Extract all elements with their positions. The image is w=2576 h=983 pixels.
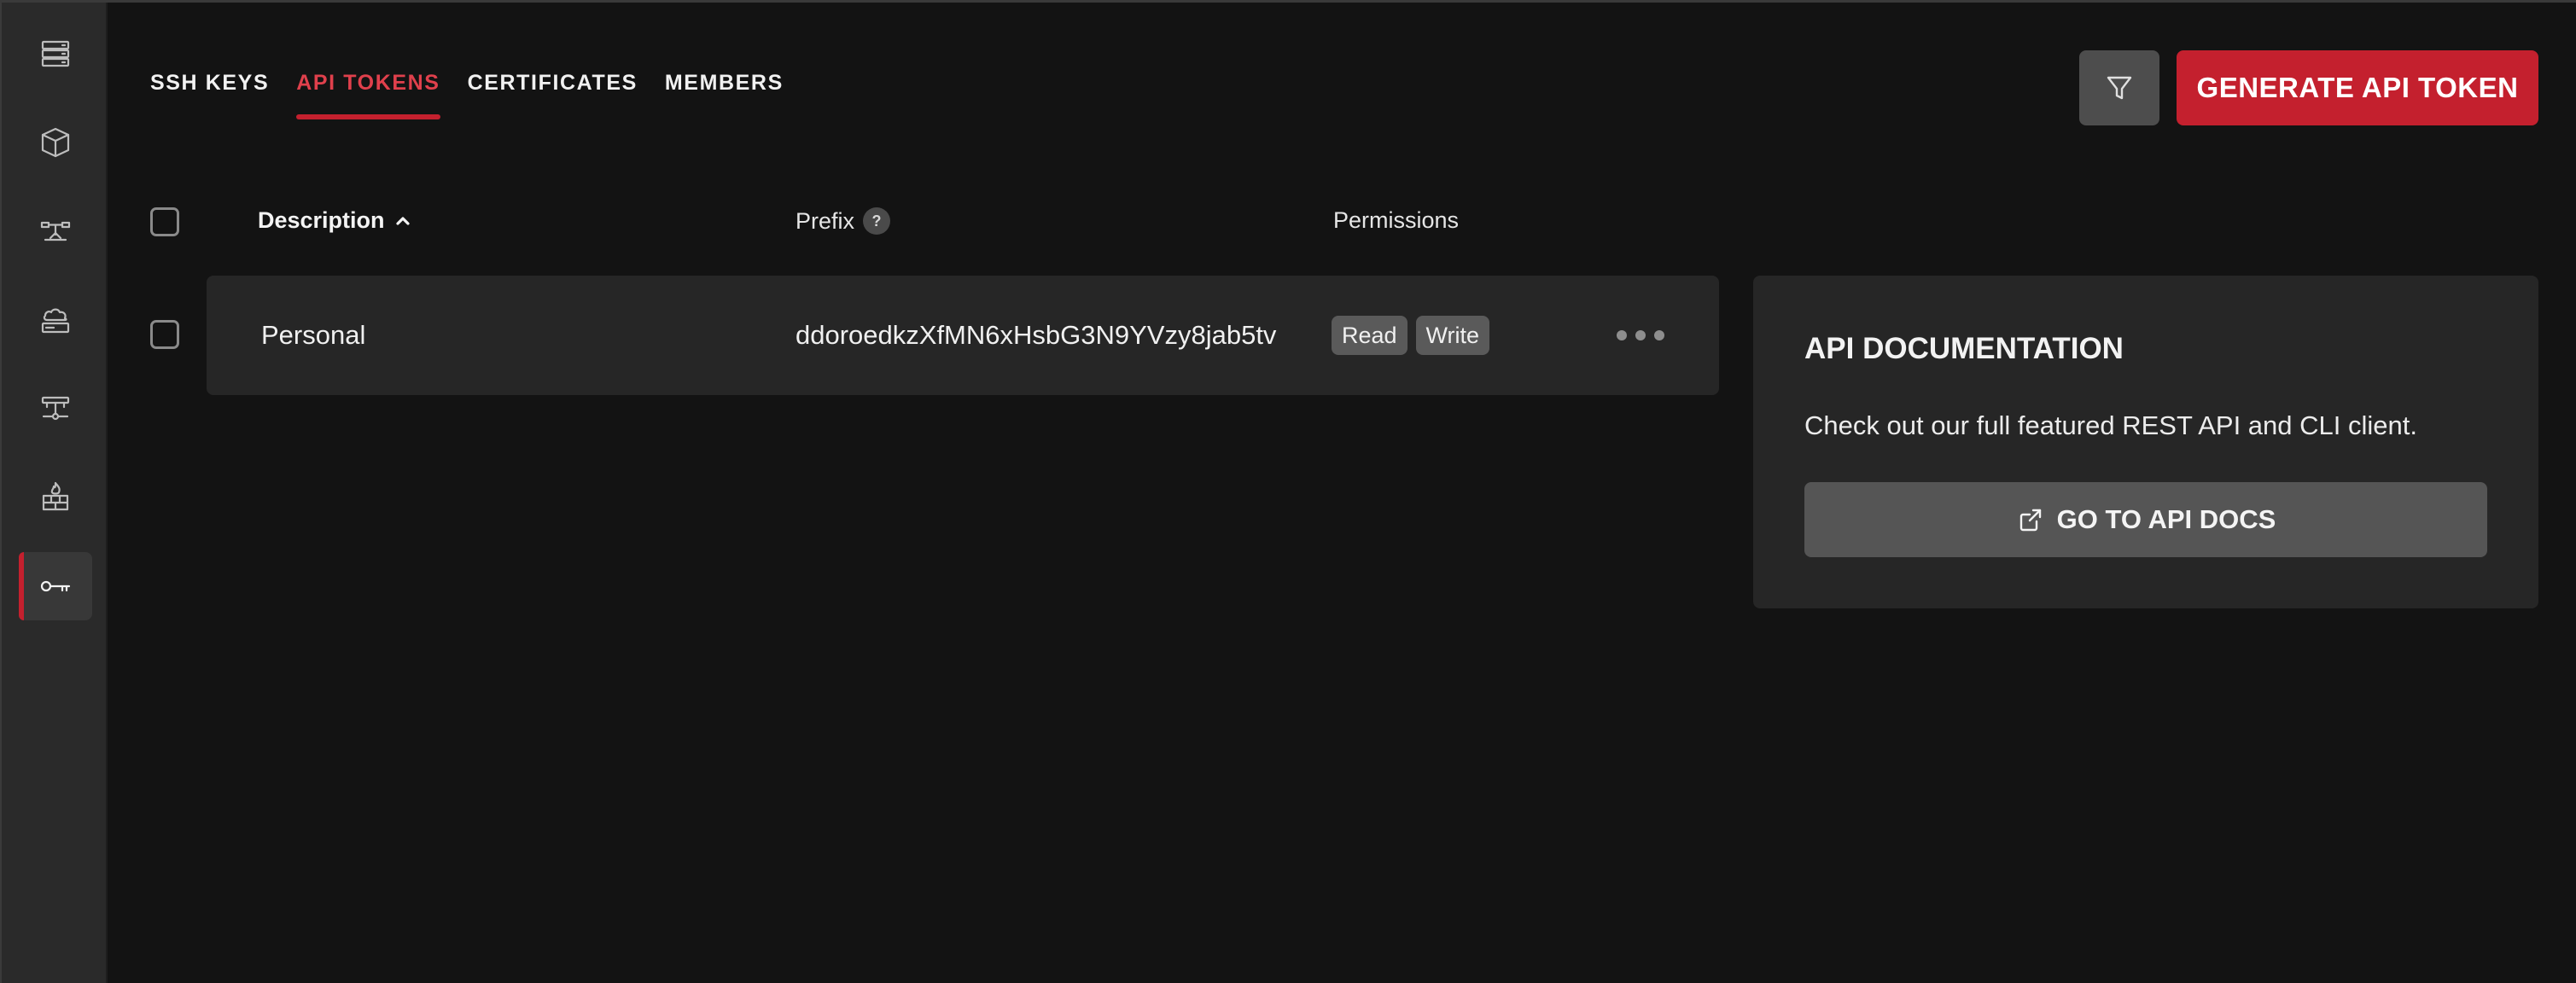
help-icon[interactable]: ? <box>863 207 891 235</box>
sidebar-item-servers[interactable] <box>19 20 92 88</box>
server-stack-icon <box>41 40 70 67</box>
permission-badge-write: Write <box>1415 316 1490 355</box>
tab-ssh-keys[interactable]: SSH KEYS <box>150 71 269 119</box>
app-window: SSH KEYS API TOKENS CERTIFICATES MEMBERS… <box>0 0 2576 983</box>
sidebar-item-volumes[interactable] <box>19 108 92 177</box>
tab-certificates[interactable]: CERTIFICATES <box>468 71 638 119</box>
row-actions-button[interactable] <box>1606 311 1675 359</box>
more-dot-icon <box>1617 330 1627 340</box>
network-icon <box>41 396 70 421</box>
external-link-icon <box>2019 509 2041 532</box>
key-icon <box>40 580 71 592</box>
token-prefix-cell: ddoroedkzXfMN6xHsbG3N9YVzy8jab5tv <box>796 276 1299 395</box>
firewall-icon <box>42 481 69 511</box>
cube-icon <box>41 127 70 158</box>
cloud-storage-icon <box>41 308 70 334</box>
row-checkbox[interactable] <box>150 320 179 349</box>
column-header-prefix-label: Prefix <box>796 207 855 234</box>
docs-title: API DOCUMENTATION <box>1804 332 2124 365</box>
sidebar-item-load-balancers[interactable] <box>19 197 92 265</box>
sidebar-item-networks[interactable] <box>19 375 92 443</box>
column-header-description[interactable]: Description <box>258 207 412 234</box>
generate-api-token-button[interactable]: GENERATE API TOKEN <box>2177 50 2538 125</box>
sidebar-item-storage[interactable] <box>19 286 92 354</box>
filter-button[interactable] <box>2079 50 2159 125</box>
token-prefix: ddoroedkzXfMN6xHsbG3N9YVzy8jab5tv <box>796 320 1277 350</box>
tab-api-tokens[interactable]: API TOKENS <box>296 71 440 119</box>
chevron-up-icon <box>393 212 412 230</box>
column-header-prefix: Prefix ? <box>796 207 891 235</box>
docs-description: Check out our full featured REST API and… <box>1804 410 2417 440</box>
sidebar-item-security[interactable] <box>19 552 92 620</box>
tab-bar: SSH KEYS API TOKENS CERTIFICATES MEMBERS <box>150 71 784 119</box>
more-dot-icon <box>1654 330 1664 340</box>
sidebar-item-firewalls[interactable] <box>19 463 92 532</box>
more-dot-icon <box>1635 330 1646 340</box>
go-to-api-docs-label: GO TO API DOCS <box>2056 504 2276 534</box>
token-description: Personal <box>261 320 366 350</box>
filter-icon <box>2107 76 2132 100</box>
table-row[interactable]: Personal ddoroedkzXfMN6xHsbG3N9YVzy8jab5… <box>207 276 1719 395</box>
token-permissions: Read Write <box>1332 276 1498 395</box>
balancer-icon <box>40 221 71 241</box>
tab-members[interactable]: MEMBERS <box>665 71 784 119</box>
column-header-description-label: Description <box>258 207 385 233</box>
go-to-api-docs-button[interactable]: GO TO API DOCS <box>1804 482 2487 557</box>
sidebar <box>0 3 108 983</box>
api-docs-panel: API DOCUMENTATION Check out our full fea… <box>1753 276 2538 608</box>
column-header-permissions: Permissions <box>1333 207 1460 233</box>
select-all-checkbox[interactable] <box>150 207 179 236</box>
permission-badge-read: Read <box>1332 316 1407 355</box>
